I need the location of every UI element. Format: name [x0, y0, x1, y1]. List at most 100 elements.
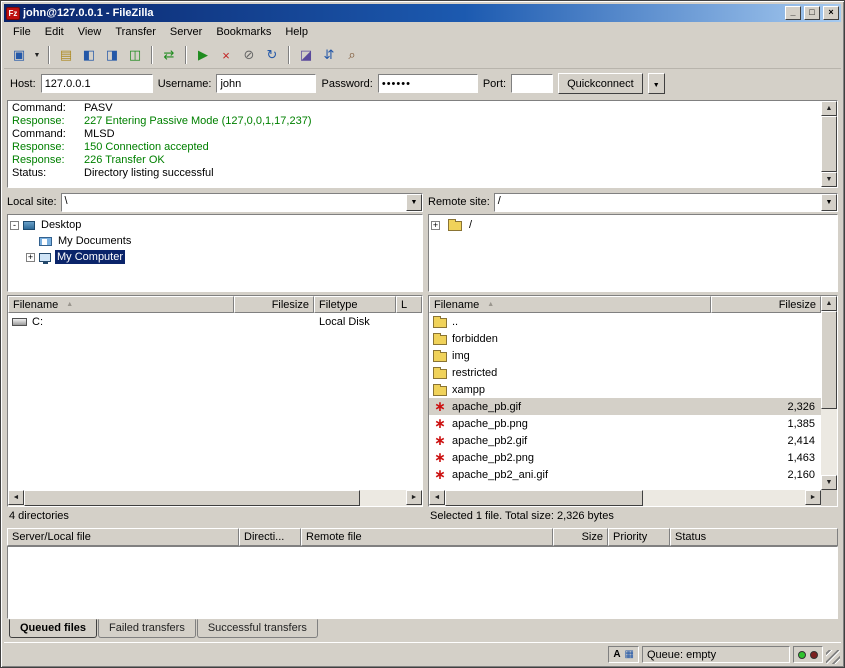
collapse-icon[interactable]: - [10, 221, 19, 230]
scroll-down-icon[interactable] [821, 475, 837, 490]
menu-item-server[interactable]: Server [163, 24, 209, 40]
chevron-down-icon[interactable] [406, 194, 422, 211]
file-size: 1,385 [717, 418, 821, 430]
column-size[interactable]: Size [553, 528, 608, 546]
remote-site-combo[interactable]: / [494, 193, 838, 212]
log-line-type: Command: [12, 102, 84, 115]
tree-item-my-documents[interactable]: My Documents [10, 233, 420, 249]
directory-comparison-icon[interactable]: ◪ [295, 44, 317, 66]
local-horizontal-scrollbar[interactable] [8, 490, 422, 506]
tree-item-desktop[interactable]: - Desktop [10, 217, 420, 233]
disconnect-icon[interactable]: ⊘ [238, 44, 260, 66]
file-row[interactable]: forbidden [429, 330, 821, 347]
quickconnect-button[interactable]: Quickconnect [558, 73, 643, 94]
log-line: Status: Directory listing successful [12, 167, 821, 180]
scrollbar-thumb[interactable] [821, 311, 837, 409]
column-filename[interactable]: Filename ▲ [8, 296, 234, 313]
toggle-remote-tree-icon[interactable]: ◨ [101, 44, 123, 66]
scroll-down-icon[interactable] [821, 172, 837, 187]
scrollbar-track[interactable] [821, 311, 837, 475]
host-input[interactable] [41, 74, 153, 93]
menu-item-transfer[interactable]: Transfer [108, 24, 163, 40]
column-priority[interactable]: Priority [608, 528, 670, 546]
menu-item-bookmarks[interactable]: Bookmarks [209, 24, 278, 40]
quickconnect-dropdown-icon[interactable] [648, 73, 665, 94]
scroll-right-icon[interactable] [805, 490, 821, 505]
column-filesize[interactable]: Filesize [234, 296, 314, 313]
column-last-modified[interactable]: L [396, 296, 422, 313]
reconnect-icon[interactable]: ↻ [261, 44, 283, 66]
port-input[interactable] [511, 74, 553, 93]
file-row[interactable]: ∗ apache_pb2.gif 2,414 [429, 432, 821, 449]
scrollbar-thumb[interactable] [821, 116, 837, 172]
tree-item-root[interactable]: + / [431, 217, 835, 233]
scroll-left-icon[interactable] [429, 490, 445, 505]
toggle-local-tree-icon[interactable]: ◧ [78, 44, 100, 66]
expand-icon[interactable]: + [26, 253, 35, 262]
minimize-button[interactable]: _ [785, 6, 801, 20]
close-button[interactable]: × [823, 6, 839, 20]
column-label: Filename [434, 299, 479, 311]
file-row[interactable]: ∗ apache_pb2_ani.gif 2,160 [429, 466, 821, 483]
port-label: Port: [483, 78, 506, 90]
refresh-icon[interactable]: ⇄ [158, 44, 180, 66]
cancel-icon[interactable]: × [215, 44, 237, 66]
remote-vertical-scrollbar[interactable] [821, 296, 837, 490]
scrollbar-track[interactable] [445, 490, 805, 506]
chevron-down-icon[interactable] [821, 194, 837, 211]
menu-item-file[interactable]: File [6, 24, 38, 40]
log-line: Command: PASV [12, 102, 821, 115]
tree-item-my-computer[interactable]: + My Computer [10, 249, 420, 265]
file-row[interactable]: ∗ apache_pb.png 1,385 [429, 415, 821, 432]
column-remote-file[interactable]: Remote file [301, 528, 553, 546]
column-server-local-file[interactable]: Server/Local file [7, 528, 239, 546]
file-row[interactable]: restricted [429, 364, 821, 381]
scroll-up-icon[interactable] [821, 101, 837, 116]
menu-item-view[interactable]: View [71, 24, 109, 40]
process-queue-icon[interactable]: ▶ [192, 44, 214, 66]
menu-item-edit[interactable]: Edit [38, 24, 71, 40]
column-filename[interactable]: Filename ▲ [429, 296, 711, 313]
title-bar[interactable]: Fz john@127.0.0.1 - FileZilla _ □ × [4, 4, 841, 22]
scroll-up-icon[interactable] [821, 296, 837, 311]
scrollbar-track[interactable] [24, 490, 406, 506]
scrollbar-thumb[interactable] [24, 490, 360, 506]
column-filesize[interactable]: Filesize [711, 296, 821, 313]
local-site-combo[interactable]: \ [61, 193, 423, 212]
file-row-selected[interactable]: ∗ apache_pb.gif 2,326 [429, 398, 821, 415]
scrollbar-track[interactable] [821, 116, 837, 172]
scrollbar-thumb[interactable] [445, 490, 643, 506]
file-name: img [452, 350, 717, 362]
password-input[interactable] [378, 74, 478, 93]
window-title: john@127.0.0.1 - FileZilla [23, 7, 782, 19]
toggle-message-log-icon[interactable]: ▤ [55, 44, 77, 66]
maximize-button[interactable]: □ [804, 6, 820, 20]
remote-file-list: Filename ▲ Filesize .. forbid [428, 295, 838, 507]
file-row[interactable]: xampp [429, 381, 821, 398]
column-label: Filetype [319, 299, 358, 311]
remote-horizontal-scrollbar[interactable] [429, 490, 821, 506]
file-row[interactable]: img [429, 347, 821, 364]
site-manager-icon[interactable]: ▣ [8, 44, 30, 66]
expand-icon[interactable]: + [431, 221, 440, 230]
file-row[interactable]: ∗ apache_pb2.png 1,463 [429, 449, 821, 466]
username-input[interactable] [216, 74, 316, 93]
site-manager-dropdown-icon[interactable]: ▼ [31, 44, 43, 66]
file-row[interactable]: .. [429, 313, 821, 330]
file-row[interactable]: C: Local Disk [8, 313, 422, 330]
column-filetype[interactable]: Filetype [314, 296, 396, 313]
file-name: C: [32, 316, 43, 328]
tab-failed-transfers[interactable]: Failed transfers [98, 619, 196, 638]
resize-grip[interactable] [826, 650, 840, 664]
menu-item-help[interactable]: Help [278, 24, 315, 40]
column-status[interactable]: Status [670, 528, 838, 546]
toggle-queue-view-icon[interactable]: ◫ [124, 44, 146, 66]
log-scrollbar[interactable] [821, 101, 837, 187]
scroll-right-icon[interactable] [406, 490, 422, 505]
column-direction[interactable]: Directi... [239, 528, 301, 546]
tab-queued-files[interactable]: Queued files [9, 619, 97, 638]
tab-successful-transfers[interactable]: Successful transfers [197, 619, 318, 638]
sync-browsing-icon[interactable]: ⇵ [318, 44, 340, 66]
find-files-icon[interactable]: ⌕ [341, 44, 363, 66]
scroll-left-icon[interactable] [8, 490, 24, 505]
